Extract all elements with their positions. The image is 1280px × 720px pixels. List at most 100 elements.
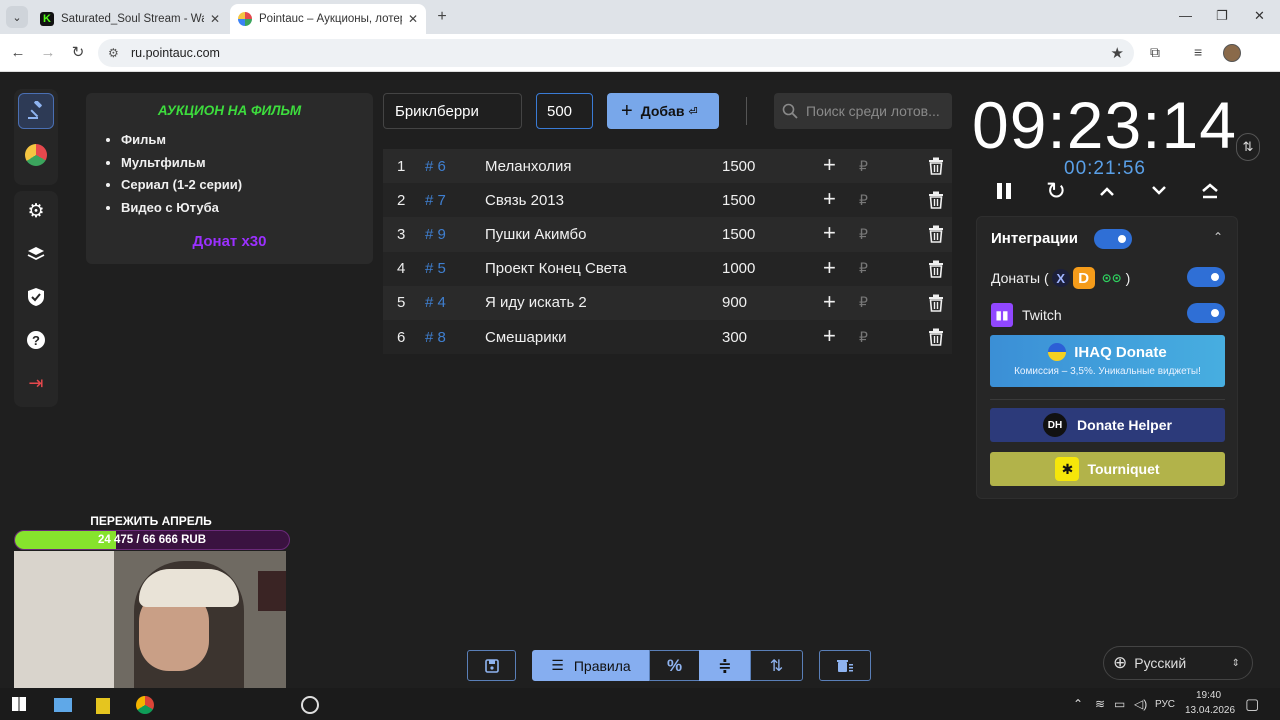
sidebar-item-settings[interactable]: ⚙ (18, 193, 54, 229)
lot-id: # 8 (425, 328, 446, 346)
donate-helper-button[interactable]: DH Donate Helper (990, 408, 1225, 442)
maximize-icon[interactable]: ❐ (1216, 8, 1228, 24)
close-icon[interactable]: ✕ (210, 12, 220, 26)
forward-icon[interactable]: → (38, 43, 58, 63)
clock-date[interactable]: 13.04.2026 (1185, 705, 1235, 716)
lot-name[interactable]: Смешарики (485, 329, 567, 346)
language-select[interactable]: ⊕ Русский ⇕ (1103, 646, 1253, 680)
lot-amount[interactable]: 1500 (722, 192, 755, 209)
currency-symbol[interactable]: ₽ (859, 260, 868, 277)
reload-icon[interactable]: ↻ (68, 43, 88, 63)
lot-name[interactable]: Пушки Акимбо (485, 226, 586, 243)
sort-button[interactable]: ⇅ (750, 650, 803, 681)
double-time-button[interactable] (1197, 178, 1223, 204)
lot-amount[interactable]: 1000 (722, 260, 755, 277)
add-amount-icon[interactable]: + (823, 152, 836, 178)
lot-name[interactable]: Связь 2013 (485, 192, 564, 209)
sidebar-item-help[interactable]: ? (18, 322, 54, 358)
lot-row: 1 # 6 Меланхолия 1500 + ₽ (383, 149, 952, 184)
bookmark-star-icon[interactable]: ★ (1111, 44, 1124, 62)
lot-name[interactable]: Я иду искать 2 (485, 294, 587, 311)
trash-icon[interactable] (928, 294, 944, 312)
battery-icon[interactable]: ▭ (1114, 697, 1125, 711)
keyboard-layout[interactable]: РУС (1155, 699, 1175, 710)
sidebar-item-security[interactable] (18, 279, 54, 315)
currency-symbol[interactable]: ₽ (859, 158, 868, 175)
lot-name[interactable]: Проект Конец Света (485, 260, 627, 277)
rules-button-label: Правила (573, 657, 631, 674)
trash-icon[interactable] (928, 260, 944, 278)
integrations-panel: Интеграции ⌃ Донаты ( X D ⊙⊙ ) ▮▮ Twitch… (976, 216, 1238, 499)
window-close-icon[interactable]: ✕ (1254, 8, 1265, 24)
lot-search[interactable]: Поиск среди лотов... (774, 93, 952, 129)
trash-icon[interactable] (928, 225, 944, 244)
add-lot-button[interactable]: + Добав ⏎ (607, 93, 719, 129)
sidebar-item-auction[interactable] (18, 93, 54, 129)
tab-search-button[interactable]: ⌄ (6, 6, 28, 28)
swap-timer-button[interactable]: ⇅ (1236, 133, 1260, 161)
chrome-taskbar-icon[interactable] (136, 696, 154, 714)
browser-tab-pointauc[interactable]: Pointauc – Аукционы, лотереи ✕ (230, 4, 426, 34)
lot-amount[interactable]: 1500 (722, 226, 755, 243)
volume-icon[interactable]: ◁) (1134, 697, 1147, 711)
clock-time[interactable]: 19:40 (1196, 690, 1221, 701)
browser-toolbar: ← → ↻ ⚙ ru.pointauc.com ★ ⧉ ≡ (0, 34, 1280, 72)
sidebar-item-layers[interactable] (18, 236, 54, 272)
browser-tab-twitch[interactable]: K Saturated_Soul Stream - Watch ✕ (32, 4, 228, 34)
add-amount-icon[interactable]: + (823, 220, 836, 246)
tray-chevron-icon[interactable]: ⌃ (1073, 697, 1083, 711)
windows-start-icon[interactable] (12, 697, 26, 711)
lot-index: 3 (397, 225, 406, 243)
sidebar-item-wheel[interactable] (18, 137, 54, 173)
trash-icon[interactable] (928, 328, 944, 346)
collapse-icon[interactable]: ⌃ (1213, 230, 1223, 244)
donations-toggle[interactable] (1187, 267, 1225, 287)
add-amount-icon[interactable]: + (823, 323, 836, 349)
currency-symbol[interactable]: ₽ (859, 226, 868, 243)
lot-amount[interactable]: 300 (722, 329, 747, 346)
twitch-toggle[interactable] (1187, 303, 1225, 323)
ihaq-donate-button[interactable]: IHAQ Donate Комиссия – 3,5%. Уникальные … (990, 335, 1225, 387)
wifi-icon[interactable]: ≋ (1095, 697, 1105, 711)
sidebar-item-logout[interactable]: ⇥ (18, 365, 54, 401)
media-control-icon[interactable]: ≡ (1194, 44, 1202, 60)
currency-symbol[interactable]: ₽ (859, 329, 868, 346)
minimize-icon[interactable]: — (1179, 8, 1192, 23)
currency-symbol[interactable]: ₽ (859, 192, 868, 209)
notifications-icon[interactable]: ▢ (1245, 695, 1259, 713)
site-info-icon[interactable]: ⚙ (108, 46, 119, 60)
lot-amount[interactable]: 1500 (722, 158, 755, 175)
profile-avatar[interactable] (1223, 44, 1241, 62)
compress-button[interactable]: ≑ (699, 650, 751, 681)
pause-button[interactable] (991, 178, 1017, 204)
new-tab-button[interactable]: + (432, 7, 452, 27)
add-amount-icon[interactable]: + (823, 186, 836, 212)
extensions-icon[interactable]: ⧉ (1150, 44, 1160, 61)
subtract-time-button[interactable] (1146, 178, 1172, 204)
currency-symbol[interactable]: ₽ (859, 294, 868, 311)
trash-icon[interactable] (928, 191, 944, 209)
lot-name-input[interactable] (383, 93, 522, 129)
add-time-button[interactable] (1094, 178, 1120, 204)
address-bar[interactable]: ⚙ ru.pointauc.com ★ (98, 39, 1134, 67)
lot-amount-input[interactable] (536, 93, 593, 129)
tourniquet-button[interactable]: ✱ Tourniquet (990, 452, 1225, 486)
lot-name[interactable]: Меланхолия (485, 158, 571, 175)
search-placeholder: Поиск среди лотов... (806, 103, 940, 119)
percent-button[interactable]: % (649, 650, 700, 681)
clear-lots-button[interactable] (819, 650, 871, 681)
explorer-taskbar-icon[interactable] (54, 698, 72, 712)
sidebar-group-bottom: ⚙ ? ⇥ (14, 191, 58, 407)
app-taskbar-icon[interactable] (96, 698, 110, 714)
save-button[interactable] (467, 650, 516, 681)
reset-timer-button[interactable]: ↻ (1043, 178, 1069, 205)
integrations-toggle[interactable] (1094, 229, 1132, 249)
add-amount-icon[interactable]: + (823, 255, 836, 281)
rules-button[interactable]: ☰ Правила (532, 650, 650, 681)
close-icon[interactable]: ✕ (408, 12, 418, 26)
trash-icon[interactable] (928, 157, 944, 175)
speedtest-taskbar-icon[interactable] (301, 696, 319, 714)
back-icon[interactable]: ← (8, 43, 28, 63)
add-amount-icon[interactable]: + (823, 289, 836, 315)
lot-amount[interactable]: 900 (722, 294, 747, 311)
